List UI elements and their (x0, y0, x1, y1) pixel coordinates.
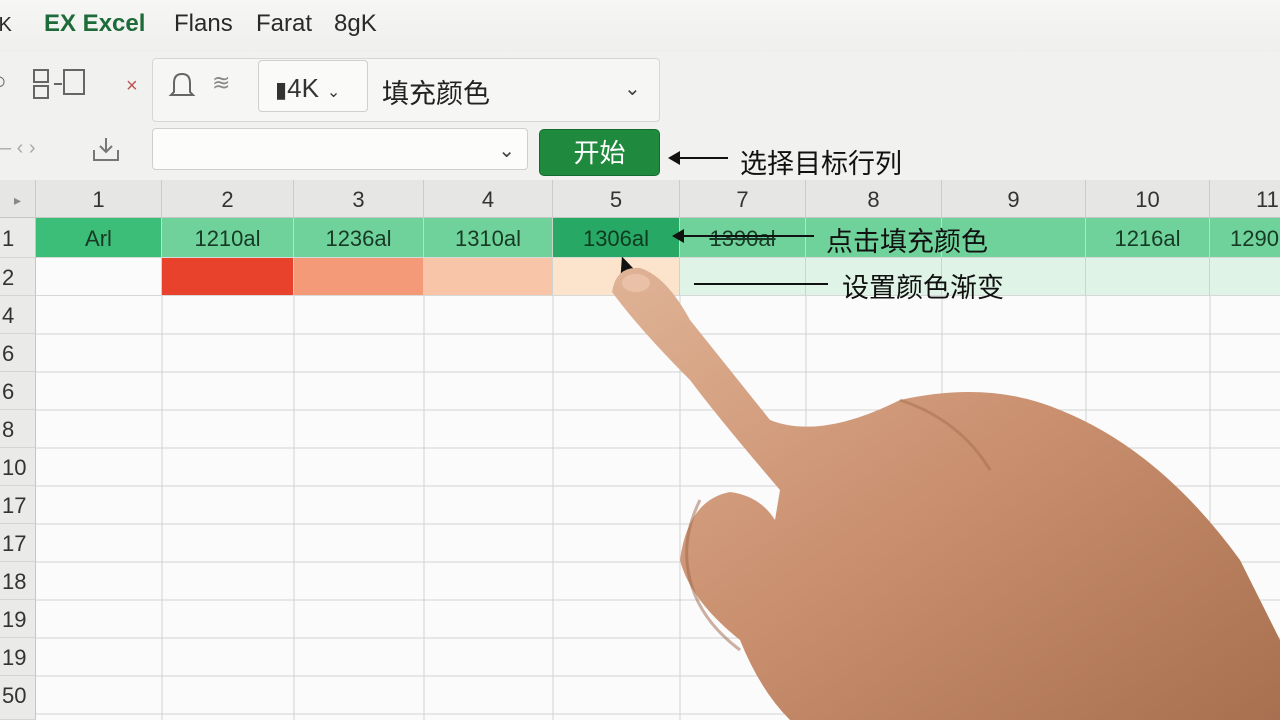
download-icon[interactable] (92, 136, 120, 167)
bell-icon[interactable] (168, 70, 196, 105)
nav-arrows-icon[interactable]: – ‹ › (0, 138, 36, 158)
row-header[interactable]: 17 (0, 524, 36, 562)
circle-icon[interactable]: ○ (0, 70, 7, 94)
callout-line (676, 157, 728, 159)
cell-r1[interactable]: Arl (36, 218, 162, 258)
cell-r1[interactable]: 1236al (294, 218, 424, 258)
app-brand: EX Excel (44, 10, 146, 37)
row-header[interactable]: 18 (0, 562, 36, 600)
callout-click-fill: 点击填充颜色 (826, 227, 988, 257)
col-header[interactable]: 2 (162, 180, 294, 218)
row-header[interactable]: 6 (0, 372, 36, 410)
cell-r1[interactable]: 1310al (424, 218, 553, 258)
pointing-hand (612, 267, 1280, 720)
font-size-value: 4K (287, 73, 319, 103)
cell-r1[interactable]: 1216al (1086, 218, 1210, 258)
range-dropdown[interactable]: ⌄ (152, 128, 528, 170)
menu-item-farat[interactable]: Farat (256, 10, 312, 38)
cell-r2[interactable] (36, 258, 162, 296)
menu-bar: lK EX Excel Flans Farat 8gK (0, 0, 1280, 52)
row-header[interactable]: 10 (0, 448, 36, 486)
cell-r2-gradient[interactable] (162, 258, 294, 296)
chevron-down-icon: ⌄ (498, 140, 515, 162)
ribbon: ○ × ≋ ▮4K ⌄ 填充颜色 ⌄ – ‹ › ⌄ 开始 (0, 52, 1280, 178)
close-icon[interactable]: × (126, 76, 138, 96)
start-button[interactable]: 开始 (539, 129, 660, 176)
callout-select-target: 选择目标行列 (740, 149, 902, 179)
cell-r2-gradient[interactable] (424, 258, 553, 296)
col-header[interactable]: 1 (36, 180, 162, 218)
fill-chevron-icon[interactable]: ⌄ (624, 76, 641, 101)
row-header[interactable]: 6 (0, 334, 36, 372)
save-icon: ▮ (275, 77, 288, 102)
col-header[interactable]: 11 (1210, 180, 1280, 218)
col-header[interactable]: 7 (680, 180, 806, 218)
col-header[interactable]: 3 (294, 180, 424, 218)
fill-color-label[interactable]: 填充颜色 (382, 72, 490, 111)
row-header[interactable]: 8 (0, 410, 36, 448)
row-header[interactable]: 2 (0, 258, 36, 296)
cell-r1-selected[interactable]: 1306al (553, 218, 680, 258)
col-header[interactable]: 8 (806, 180, 942, 218)
format-icon[interactable]: ≋ (212, 72, 230, 94)
menu-item-cut[interactable]: lK (0, 14, 12, 37)
col-header[interactable]: 10 (1086, 180, 1210, 218)
chevron-down-icon: ⌄ (326, 84, 341, 101)
font-size-select[interactable]: ▮4K ⌄ (258, 60, 368, 112)
cell-r1[interactable]: 1210al (162, 218, 294, 258)
row-header[interactable]: 50 (0, 676, 36, 720)
row-header[interactable]: 1 (0, 218, 36, 258)
col-header[interactable]: 4 (424, 180, 553, 218)
row-header[interactable]: 17 (0, 486, 36, 524)
menu-item-flans[interactable]: Flans (174, 10, 233, 38)
row-header[interactable]: 4 (0, 296, 36, 334)
cell-r2-gradient[interactable] (294, 258, 424, 296)
select-all-corner[interactable]: ▸ (0, 180, 36, 218)
row-header[interactable]: 19 (0, 638, 36, 676)
col-header[interactable]: 9 (942, 180, 1086, 218)
cell-r1[interactable]: 1390al (680, 218, 806, 258)
cell-r1[interactable]: 1290 (1210, 218, 1280, 258)
layout-icon[interactable] (32, 68, 86, 105)
col-header[interactable]: 5 (553, 180, 680, 218)
callout-line (680, 235, 814, 237)
menu-item-8gk[interactable]: 8gK (334, 10, 377, 38)
row-header[interactable]: 19 (0, 600, 36, 638)
